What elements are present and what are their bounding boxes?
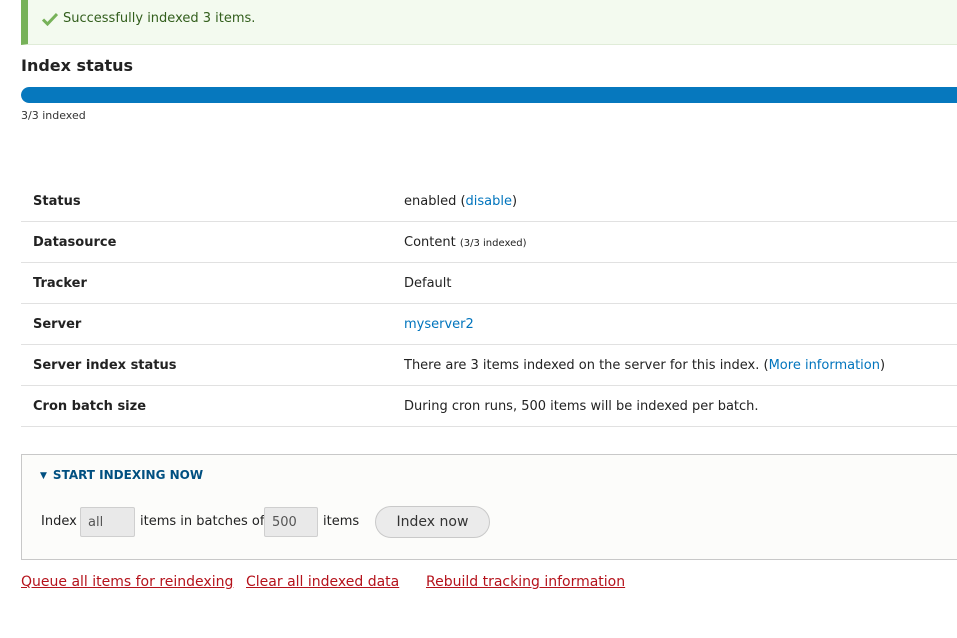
progress-bar — [21, 87, 957, 103]
server-index-status-text: There are 3 items indexed on the server … — [404, 357, 769, 373]
rebuild-tracking-link[interactable]: Rebuild tracking information — [426, 574, 625, 590]
clear-indexed-data-link[interactable]: Clear all indexed data — [246, 574, 399, 590]
queue-reindex-link[interactable]: Queue all items for reindexing — [21, 574, 233, 590]
status-message: Successfully indexed 3 items. — [21, 0, 957, 45]
server-link[interactable]: myserver2 — [404, 317, 474, 332]
server-label: Server — [21, 303, 404, 345]
batches-label: items in batches of — [140, 514, 265, 529]
table-row: Cron batch size During cron runs, 500 it… — [21, 385, 957, 427]
datasource-detail: (3/3 indexed) — [459, 237, 527, 249]
items-label: items — [323, 514, 360, 529]
progress-bar-fill — [21, 87, 957, 103]
index-info-table: Status enabled (disable) Datasource Cont… — [21, 181, 957, 427]
datasource-name: Content — [404, 234, 456, 250]
status-value-text: enabled ( — [404, 193, 466, 209]
table-row: Server index status There are 3 items in… — [21, 344, 957, 386]
server-index-status-value: There are 3 items indexed on the server … — [404, 344, 957, 386]
tracker-value: Default — [404, 262, 957, 304]
status-value-suffix: ) — [512, 193, 518, 209]
datasource-value: Content (3/3 indexed) — [404, 221, 957, 263]
start-indexing-toggle[interactable]: ▼ Start indexing now — [40, 468, 203, 482]
batch-size-input[interactable] — [264, 507, 318, 537]
server-value: myserver2 — [404, 303, 957, 345]
page-title: Index status — [21, 56, 134, 75]
checkmark-icon — [42, 12, 58, 26]
limit-input[interactable] — [80, 507, 135, 537]
server-index-status-label: Server index status — [21, 344, 404, 386]
disable-link[interactable]: disable — [466, 194, 512, 209]
table-row: Tracker Default — [21, 262, 957, 304]
index-now-button[interactable]: Index now — [375, 506, 490, 538]
start-indexing-summary: Start indexing now — [52, 468, 204, 482]
table-row: Status enabled (disable) — [21, 181, 957, 222]
table-row: Datasource Content (3/3 indexed) — [21, 221, 957, 263]
status-message-text: Successfully indexed 3 items. — [63, 11, 256, 26]
progress-label: 3/3 indexed — [21, 109, 86, 122]
server-index-status-suffix: ) — [879, 357, 886, 373]
status-label: Status — [21, 181, 404, 222]
datasource-label: Datasource — [21, 221, 404, 263]
status-value: enabled (disable) — [404, 181, 957, 222]
more-information-link[interactable]: More information — [769, 358, 880, 373]
cron-batch-size-value: During cron runs, 500 items will be inde… — [404, 385, 957, 427]
table-row: Server myserver2 — [21, 303, 957, 345]
tracker-label: Tracker — [21, 262, 404, 304]
triangle-down-icon: ▼ — [40, 471, 47, 481]
start-indexing-fieldset: ▼ Start indexing now Index items in batch… — [21, 454, 957, 560]
cron-batch-size-label: Cron batch size — [21, 385, 404, 427]
index-label: Index — [41, 514, 77, 529]
